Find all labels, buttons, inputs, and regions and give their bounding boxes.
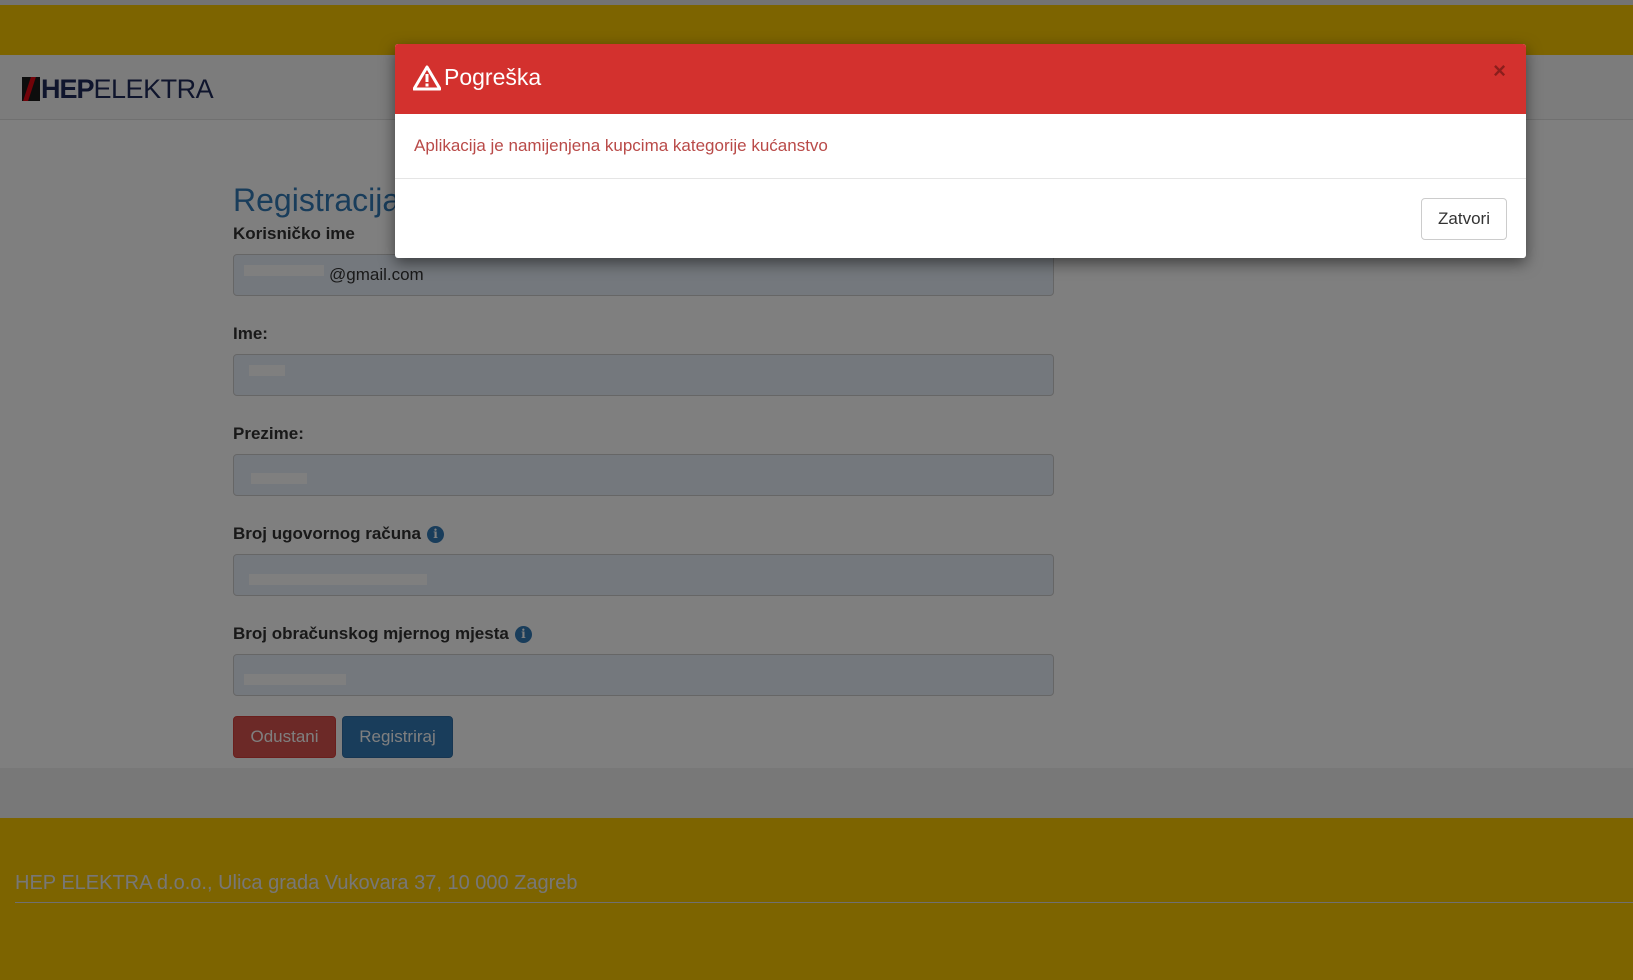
error-modal: Pogreška × Aplikacija je namijenjena kup… xyxy=(395,44,1526,258)
close-icon[interactable]: × xyxy=(1493,58,1506,84)
modal-footer: Zatvori xyxy=(395,179,1526,258)
error-message: Aplikacija je namijenjena kupcima katego… xyxy=(414,136,828,155)
modal-title: Pogreška xyxy=(413,64,541,91)
modal-body: Aplikacija je namijenjena kupcima katego… xyxy=(395,114,1526,179)
close-button[interactable]: Zatvori xyxy=(1421,198,1507,240)
warning-icon xyxy=(413,65,441,90)
modal-title-text: Pogreška xyxy=(444,64,542,90)
modal-header: Pogreška × xyxy=(395,44,1526,114)
